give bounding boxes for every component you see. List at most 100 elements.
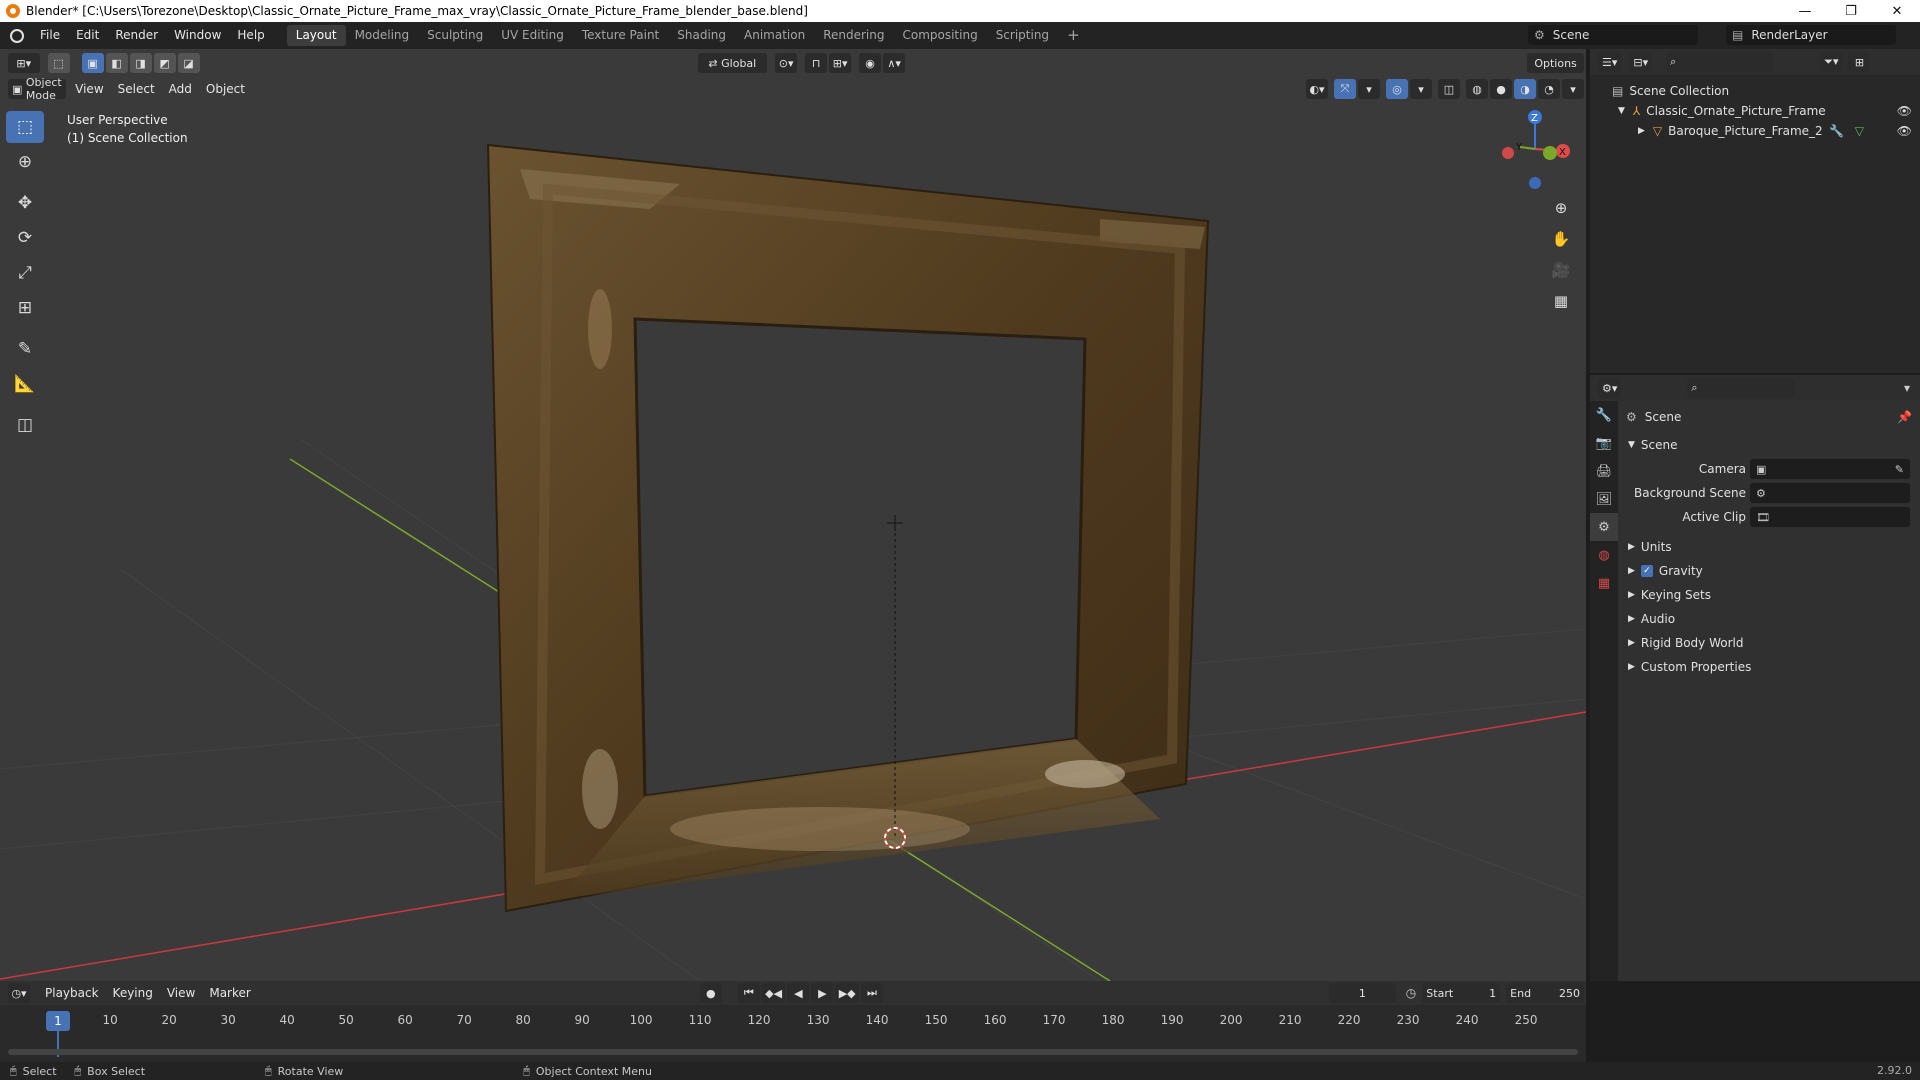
select-extend-icon[interactable]: ◧ [105,53,128,73]
tab-uv-editing[interactable]: UV Editing [492,25,573,46]
select-intersect-icon[interactable]: ◪ [177,53,200,73]
maximize-button[interactable]: ❐ [1828,0,1874,22]
outliner-item-collection[interactable]: ▼ ⅄ Classic_Ornate_Picture_Frame 👁 [1590,101,1920,121]
tab-shading[interactable]: Shading [668,25,735,46]
units-panel-header[interactable]: ▶ Units [1618,535,1920,559]
viewport-menu-select[interactable]: Select [111,82,162,96]
audio-panel-header[interactable]: ▶ Audio [1618,607,1920,631]
outliner-search-input[interactable]: ⌕ [1666,52,1775,72]
timeline-scrollbar[interactable] [8,1049,1578,1055]
end-frame-field[interactable]: End 250 [1506,983,1585,1003]
tab-layout[interactable]: Layout [286,25,346,46]
mode-dropdown[interactable]: ▣ Object Mode [8,76,67,102]
scene-selector[interactable]: ⚙ Scene [1528,25,1698,45]
rotate-tool-icon[interactable]: ⟳ [6,222,44,254]
timeline-menu-marker[interactable]: Marker [202,986,257,1000]
material-preview-shading-icon[interactable]: ◑ [1514,79,1536,99]
editor-type-icon[interactable]: ⊞▾ [8,53,40,73]
ortho-grid-icon[interactable]: ▦ [1547,287,1575,315]
world-tab-icon[interactable]: ◍ [1590,541,1618,569]
annotate-tool-icon[interactable]: ✎ [6,333,44,365]
falloff-icon[interactable]: ∧▾ [883,53,906,73]
properties-search-input[interactable]: ⌕ [1687,378,1796,398]
texture-tab-icon[interactable]: ▦ [1590,569,1618,597]
gravity-panel-header[interactable]: ▶ ✓ Gravity [1618,559,1920,583]
blender-logo-icon[interactable] [10,28,24,43]
select-invert-icon[interactable]: ◩ [153,53,176,73]
shading-dropdown-icon[interactable]: ▾ [1562,79,1584,99]
new-collection-icon[interactable]: ⊞ [1848,52,1871,72]
expand-arrow-icon[interactable]: ▼ [1618,106,1625,116]
display-mode-icon[interactable]: ⊟▾ [1629,52,1653,72]
jump-keyframe-forward-icon[interactable]: ▶◆ [835,983,859,1003]
overlay-toggle-icon[interactable]: ◎ [1386,79,1408,99]
jump-end-icon[interactable]: ⏭ [860,983,883,1003]
timeline-menu-view[interactable]: View [160,986,202,1000]
visibility-eye-icon[interactable]: 👁 [1897,124,1912,138]
transform-orientation-dropdown[interactable]: ⇄ Global [697,53,768,73]
tab-sculpting[interactable]: Sculpting [418,25,492,46]
add-cube-tool-icon[interactable]: ◫ [6,409,44,441]
select-new-icon[interactable]: ▣ [81,53,104,73]
scene-panel-header[interactable]: ▼ Scene [1618,433,1920,457]
preview-range-icon[interactable]: ◷ [1406,986,1416,1000]
select-box-tool-icon[interactable]: ⬚ [6,111,44,143]
navigation-gizmo[interactable]: Z X Y [1502,110,1570,189]
auto-keying-icon[interactable]: ● [699,983,722,1003]
zoom-icon[interactable]: ⊕ [1547,194,1575,222]
snap-icon[interactable]: ⊓ [805,53,828,73]
play-icon[interactable]: ▶ [811,983,834,1003]
rendered-shading-icon[interactable]: ◔ [1538,79,1560,99]
jump-keyframe-back-icon[interactable]: ◆◀ [761,983,786,1003]
properties-editor-type-icon[interactable]: ⚙▾ [1598,378,1622,398]
current-frame-field[interactable]: 1 [1328,983,1396,1003]
view-layer-selector[interactable]: ▤ RenderLayer [1726,25,1896,45]
minimize-button[interactable]: — [1782,0,1828,22]
outliner-editor-type-icon[interactable]: ☰▾ [1598,52,1622,72]
timeline-menu-playback[interactable]: Playback [38,986,106,1000]
gizmo-dropdown-icon[interactable]: ▾ [1358,79,1380,99]
select-subtract-icon[interactable]: ◨ [129,53,152,73]
collapse-arrow-icon[interactable]: ▶ [1638,126,1645,136]
custom-properties-panel-header[interactable]: ▶ Custom Properties [1618,655,1920,679]
picture-frame-object[interactable] [486,143,1210,913]
viewport-menu-view[interactable]: View [68,82,110,96]
mesh-data-icon[interactable]: ▽ [1855,124,1864,138]
pan-hand-icon[interactable]: ✋ [1547,225,1575,253]
tool-tab-icon[interactable]: 🔧 [1590,401,1618,429]
transform-tool-icon[interactable]: ⊞ [6,292,44,324]
keying-sets-panel-header[interactable]: ▶ Keying Sets [1618,583,1920,607]
properties-options-icon[interactable]: ▾ [1904,381,1910,395]
tab-modeling[interactable]: Modeling [346,25,419,46]
menu-file[interactable]: File [32,22,68,49]
visibility-eye-icon[interactable]: 👁 [1897,104,1912,118]
menu-render[interactable]: Render [107,22,166,49]
menu-edit[interactable]: Edit [68,22,107,49]
tab-scripting[interactable]: Scripting [987,25,1058,46]
select-tool-icon[interactable]: ⬚ [47,53,70,73]
start-frame-field[interactable]: Start 1 [1422,983,1501,1003]
outliner-item-mesh[interactable]: ▶ ▽ Baroque_Picture_Frame_2 🔧 ▽ 👁 [1590,121,1920,141]
active-clip-field[interactable]: 🎞 [1750,507,1910,527]
tab-texture-paint[interactable]: Texture Paint [573,25,668,46]
measure-tool-icon[interactable]: 📐 [6,368,44,400]
pin-icon[interactable]: 📌 [1897,410,1912,424]
modifier-wrench-icon[interactable]: 🔧 [1829,124,1844,138]
output-tab-icon[interactable]: 🖨 [1590,457,1618,485]
menu-window[interactable]: Window [166,22,229,49]
scene-tab-icon[interactable]: ⚙ [1590,513,1618,541]
view-layer-tab-icon[interactable]: 🖼 [1590,485,1618,513]
viewport-menu-add[interactable]: Add [162,82,199,96]
gizmo-toggle-icon[interactable]: ⤧ [1334,79,1356,99]
object-visibility-icon[interactable]: ◐▾ [1306,79,1328,99]
pivot-point-icon[interactable]: ⊙▾ [775,53,798,73]
xray-toggle-icon[interactable]: ◫ [1438,79,1460,99]
tab-rendering[interactable]: Rendering [814,25,893,46]
timeline-editor[interactable]: ◷▾ Playback Keying View Marker ● ⏮ ◆◀ ◀ … [0,981,1586,1062]
menu-help[interactable]: Help [229,22,272,49]
cursor-tool-icon[interactable]: ⊕ [6,146,44,178]
play-reverse-icon[interactable]: ◀ [787,983,810,1003]
tab-animation[interactable]: Animation [735,25,814,46]
timeline-editor-type-icon[interactable]: ◷▾ [8,983,30,1003]
3d-viewport[interactable]: Z X Y ⊞▾ ⬚ ▣ ◧ ◨ ◩ ◪ ⇄ Global ⊙▾ ⊓ ⊞▾ ◉ … [0,49,1586,981]
